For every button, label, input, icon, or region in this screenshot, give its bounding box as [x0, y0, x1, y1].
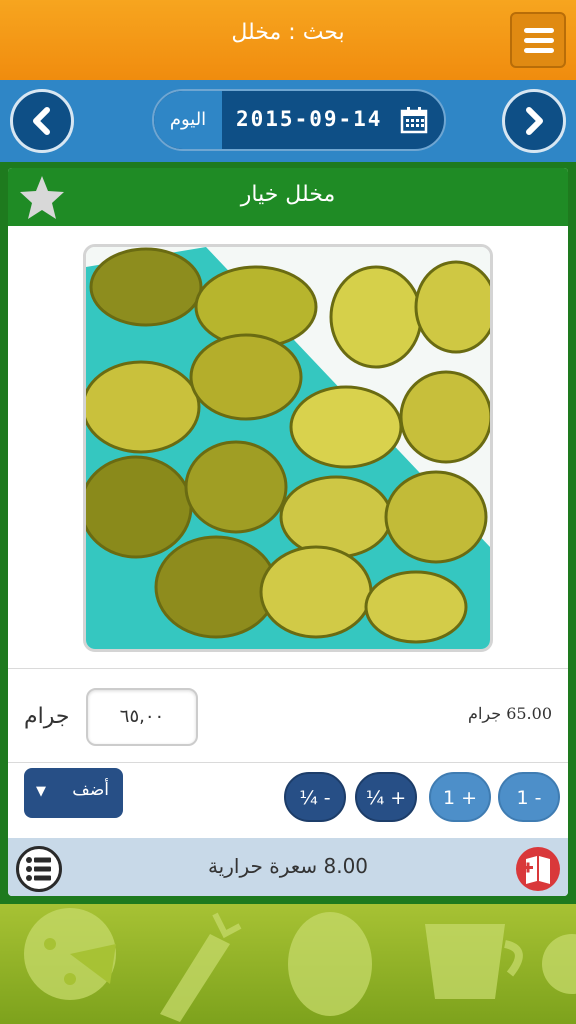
food-name: مخلل خيار [240, 182, 336, 207]
decorative-background [0, 904, 576, 1024]
plus-one-button[interactable]: 1 + [429, 772, 491, 822]
minus-quarter-button[interactable]: ¼ - [284, 772, 346, 822]
menu-button[interactable] [510, 12, 566, 68]
food-photo [83, 244, 493, 652]
food-icons-pattern [24, 908, 576, 1022]
date-selector[interactable]: اليوم 2015-09-14 [152, 89, 446, 151]
calories-text: 8.00 سعرة حرارية [207, 854, 369, 878]
dropdown-arrow-icon: ▼ [36, 784, 46, 799]
divider [8, 668, 568, 669]
food-card: مخلل خيار جرام ٦٥,٠٠ 65.00 جرام أضف ▼ ¼ … [8, 168, 568, 896]
amount-display: 65.00 جرام [468, 704, 552, 723]
previous-day-button[interactable] [10, 89, 74, 153]
date-navigation-bar: اليوم 2015-09-14 [0, 80, 576, 162]
quantity-input[interactable]: ٦٥,٠٠ [86, 688, 198, 746]
add-label: أضف [72, 780, 109, 800]
plus-quarter-button[interactable]: ¼ + [355, 772, 417, 822]
minus-one-button[interactable]: 1 - [498, 772, 560, 822]
add-to-diary-icon[interactable] [516, 847, 560, 891]
hamburger-menu-icon [524, 28, 554, 33]
calories-footer: 8.00 سعرة حرارية [8, 838, 568, 896]
page-title: بحث : مخلل [231, 20, 345, 45]
pickle-image [86, 247, 490, 649]
add-dropdown-button[interactable]: أضف ▼ [24, 768, 123, 818]
calendar-icon[interactable] [400, 106, 428, 134]
current-date: 2015-09-14 [236, 107, 383, 131]
next-day-button[interactable] [502, 89, 566, 153]
chevron-left-icon [33, 107, 50, 135]
unit-label: جرام [24, 704, 70, 729]
chevron-right-icon [526, 107, 543, 135]
food-card-header: مخلل خيار [8, 168, 568, 226]
today-button[interactable]: اليوم [154, 91, 222, 149]
divider [8, 762, 568, 763]
app-header: بحث : مخلل [0, 0, 576, 80]
